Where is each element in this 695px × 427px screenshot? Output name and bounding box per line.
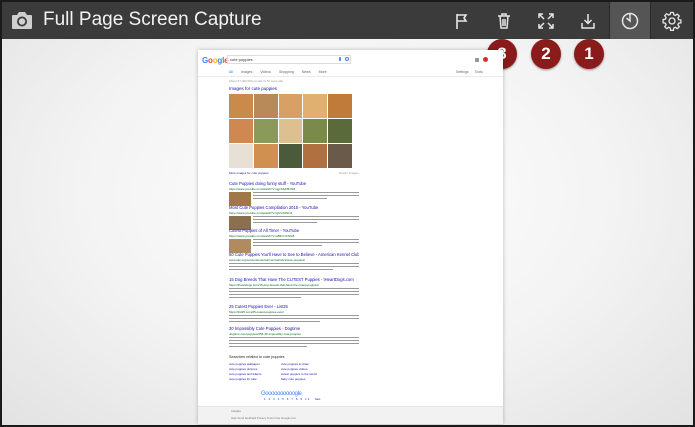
avatar bbox=[483, 57, 488, 62]
search-tools: Settings Tools bbox=[456, 70, 483, 74]
toolbar-separator bbox=[650, 2, 651, 39]
related-link: cute puppies for sale bbox=[229, 377, 257, 381]
result-url: www.akc.org/content/entertainment/articl… bbox=[229, 258, 306, 262]
pager-logo: Goooooooooogle bbox=[261, 391, 302, 397]
report-images-link: Report images bbox=[339, 171, 359, 175]
result-title: Cute Puppies doing funny stuff - YouTube bbox=[229, 181, 307, 186]
result-title: Most Cute Puppies Compilation 2015 - You… bbox=[229, 205, 319, 210]
page-footer bbox=[198, 406, 503, 424]
puppy-image bbox=[229, 94, 253, 118]
mic-icon bbox=[339, 57, 341, 61]
result-title: Cutest Puppies of All Time! - YouTube bbox=[229, 228, 300, 233]
result-title: 15 Dog Breeds That Have The CUTEST Puppi… bbox=[229, 277, 354, 282]
app-title: Full Page Screen Capture bbox=[43, 9, 262, 30]
callout-2: 2 bbox=[531, 39, 561, 69]
tab-more: More bbox=[318, 70, 327, 74]
result-title: 30 Impossibly Cute Puppies - Dogtime bbox=[229, 326, 301, 331]
gear-icon bbox=[662, 11, 682, 31]
puppy-image bbox=[328, 119, 352, 143]
images-heading: Images for cute puppies bbox=[229, 86, 278, 91]
result-title: 25 Cutest Puppies Ever - List25 bbox=[229, 304, 288, 309]
puppy-image bbox=[303, 119, 328, 143]
captured-page-preview[interactable]: Google cute puppies All Images Videos Sh… bbox=[198, 50, 503, 424]
search-result: Most Cute Puppies Compilation 2015 - You… bbox=[229, 205, 359, 230]
flag-button[interactable] bbox=[442, 2, 482, 39]
related-heading: Searches related to cute puppies bbox=[229, 355, 285, 359]
search-result: Cute Puppies doing funny stuff - YouTube… bbox=[229, 181, 359, 206]
puppy-image bbox=[278, 119, 303, 143]
tab-settings: Settings bbox=[456, 70, 469, 74]
app-window: Full Page Screen Capture 2 1 Google cute… bbox=[0, 0, 695, 427]
timer-icon bbox=[620, 11, 640, 31]
download-icon bbox=[580, 12, 596, 30]
more-images-link: More images for cute puppies bbox=[229, 171, 269, 175]
tab-news: News bbox=[301, 70, 311, 74]
puppy-image bbox=[253, 94, 278, 118]
puppy-image bbox=[303, 94, 328, 118]
result-url: dogtime.com/puppies/255-30-impossibly-cu… bbox=[229, 332, 301, 336]
puppy-image bbox=[303, 144, 328, 168]
puppy-image bbox=[278, 144, 303, 168]
related-link: baby cute puppies bbox=[281, 377, 306, 381]
result-title: 50 Cute Puppies You'll Have to See to Be… bbox=[229, 252, 359, 257]
result-url: https://www.youtube.com/watch?v=cjUVrK8t… bbox=[229, 211, 293, 215]
footer-location: Canada bbox=[231, 409, 241, 413]
callout-1: 1 bbox=[574, 39, 604, 69]
result-stats: About 57,400,000 results (0.52 seconds) bbox=[229, 79, 284, 83]
footer-links: Help Send feedback Privacy Terms Use Goo… bbox=[231, 416, 297, 420]
search-tabs: All Images Videos Shopping News More bbox=[229, 70, 327, 74]
tab-videos: Videos bbox=[260, 70, 272, 74]
search-result: 25 Cutest Puppies Ever - List25 https://… bbox=[229, 304, 359, 324]
search-result: Cutest Puppies of All Time! - YouTube ht… bbox=[229, 228, 359, 253]
related-link: cute puppies wallpaper bbox=[229, 362, 260, 366]
result-url: https://iheartdogs.com/15-dog-breeds-tha… bbox=[229, 283, 319, 287]
related-searches: cute puppies wallpaper cute puppies to d… bbox=[229, 362, 329, 381]
video-thumbnail bbox=[229, 192, 251, 206]
result-url: https://list25.com/25-cutest-puppies-eve… bbox=[229, 310, 284, 314]
pager-next: Next bbox=[315, 398, 321, 401]
camera-icon bbox=[11, 10, 33, 31]
apps-icon bbox=[475, 58, 479, 62]
result-url: https://www.youtube.com/watch?v=oB6iiYcF… bbox=[229, 234, 295, 238]
tab-tools: Tools bbox=[474, 70, 483, 74]
divider bbox=[198, 76, 503, 77]
puppy-image bbox=[229, 144, 253, 168]
result-url: https://www.youtube.com/watch?v=qgxSfuFB… bbox=[229, 187, 295, 191]
settings-button[interactable] bbox=[652, 2, 692, 39]
tab-all: All bbox=[229, 70, 233, 74]
tab-images: Images bbox=[240, 70, 253, 74]
delete-button[interactable] bbox=[484, 2, 524, 39]
related-link: cutest puppies in the world bbox=[281, 372, 317, 376]
search-result: 30 Impossibly Cute Puppies - Dogtime dog… bbox=[229, 326, 359, 349]
puppy-image bbox=[328, 144, 352, 168]
puppy-image bbox=[253, 144, 278, 168]
puppy-image bbox=[278, 94, 303, 118]
search-box: cute puppies bbox=[227, 55, 351, 64]
expand-icon bbox=[537, 12, 555, 30]
trash-icon bbox=[496, 12, 512, 30]
toolbar: Full Page Screen Capture bbox=[2, 2, 693, 39]
related-link: cute puppies to draw bbox=[281, 362, 309, 366]
search-result: 50 Cute Puppies You'll Have to See to Be… bbox=[229, 252, 359, 272]
fullscreen-button[interactable] bbox=[526, 2, 566, 39]
search-result: 15 Dog Breeds That Have The CUTEST Puppi… bbox=[229, 277, 359, 300]
video-thumbnail bbox=[229, 239, 251, 253]
puppy-image bbox=[229, 119, 253, 143]
puppy-image bbox=[328, 94, 352, 118]
related-link: cute puppies videos bbox=[281, 367, 308, 371]
tab-shopping: Shopping bbox=[279, 70, 294, 74]
search-icon bbox=[345, 57, 349, 61]
history-button[interactable] bbox=[610, 2, 650, 39]
google-logo: Google bbox=[202, 56, 229, 65]
image-grid bbox=[229, 94, 352, 168]
flag-icon bbox=[454, 12, 470, 30]
related-link: cute puppies pictures bbox=[229, 367, 258, 371]
puppy-image bbox=[253, 119, 278, 143]
download-button[interactable] bbox=[568, 2, 608, 39]
pager-pages: 1 2 3 4 5 6 7 8 9 10 bbox=[264, 398, 311, 401]
related-link: cute puppies and kittens bbox=[229, 372, 262, 376]
